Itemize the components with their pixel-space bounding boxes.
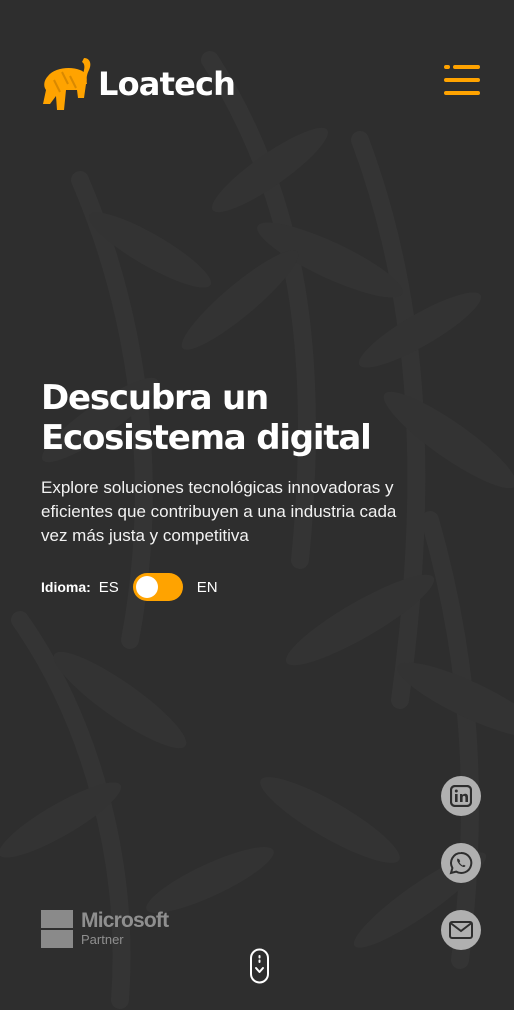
language-option-en[interactable]: EN xyxy=(197,579,218,596)
hero-title-line1: Descubra un xyxy=(41,378,269,418)
microsoft-logo-icon xyxy=(41,910,73,948)
brand-logo[interactable]: Loatech xyxy=(40,52,236,112)
email-button[interactable] xyxy=(441,910,481,950)
header: Loatech xyxy=(40,52,480,112)
hero: Descubra un Ecosistema digital Explore s… xyxy=(41,378,461,602)
hero-title-line2: Ecosistema digital xyxy=(41,418,372,458)
linkedin-icon xyxy=(450,785,472,807)
linkedin-button[interactable] xyxy=(441,776,481,816)
language-toggle[interactable] xyxy=(132,573,183,601)
brand-name: Loatech xyxy=(98,65,236,103)
elephant-logo-icon xyxy=(43,58,91,110)
hero-description: Explore soluciones tecnológicas innovado… xyxy=(41,478,397,545)
language-label: Idioma: xyxy=(41,579,91,595)
toggle-knob xyxy=(135,576,158,598)
partner-tier: Partner xyxy=(81,932,124,947)
microsoft-partner-badge: Microsoft Partner xyxy=(41,909,169,948)
language-option-es[interactable]: ES xyxy=(99,579,119,596)
menu-lines-icon xyxy=(444,65,480,95)
mail-icon xyxy=(449,921,473,939)
partner-company: Microsoft xyxy=(81,909,169,932)
scroll-down-indicator[interactable] xyxy=(249,948,271,984)
language-switcher: Idioma: ES EN xyxy=(41,572,461,602)
hero-title: Descubra un Ecosistema digital xyxy=(41,378,461,458)
whatsapp-button[interactable] xyxy=(441,843,481,883)
menu-button[interactable] xyxy=(444,64,480,96)
whatsapp-icon xyxy=(449,851,473,875)
mouse-scroll-icon xyxy=(250,948,269,984)
